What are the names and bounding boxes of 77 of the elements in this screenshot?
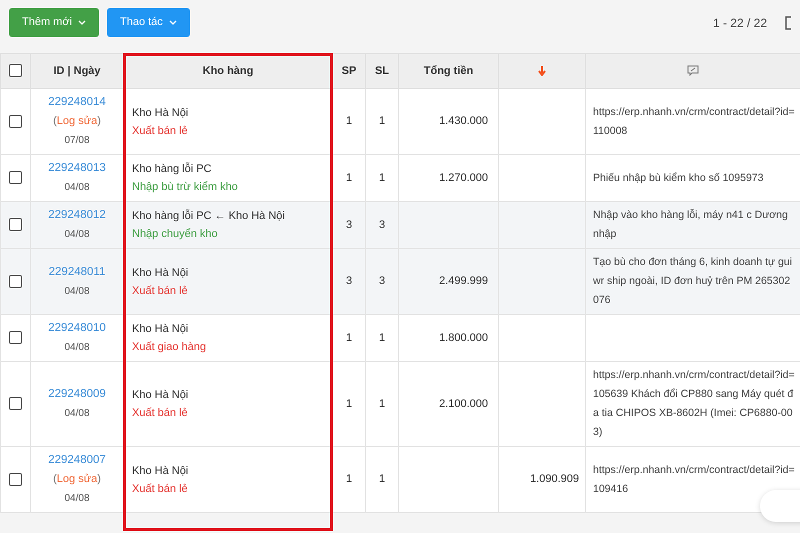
parenthesis: ( xyxy=(53,115,57,127)
amount-cell: 1.090.909 xyxy=(530,473,579,486)
amount-cell: 1.430.000 xyxy=(439,115,488,128)
table-cell: 3 xyxy=(378,218,386,231)
transaction-type: Xuất giao hàng xyxy=(132,341,206,353)
checkbox[interactable] xyxy=(9,64,22,78)
date-text: 04/08 xyxy=(64,408,90,419)
table-cell: 1 xyxy=(346,115,352,128)
note-text: Phiếu nhập bù kiểm kho số 1095973 xyxy=(593,170,764,186)
note-text: Nhập vào kho hàng lỗi, máy n41 c Dương nhập xyxy=(593,208,789,242)
warehouse-name: Kho hàng lỗi PC xyxy=(132,163,212,175)
transaction-type: Xuất bán lẻ xyxy=(132,407,188,419)
amount-cell: 2.100.000 xyxy=(439,398,488,410)
sort-arrow-icon[interactable] xyxy=(538,66,546,76)
amount-cell: 1.800.000 xyxy=(439,332,488,344)
table-cell: 1 xyxy=(378,172,386,184)
table-cell: 1 xyxy=(346,332,352,344)
table-cell: 1 xyxy=(378,332,386,344)
column-header[interactable]: Kho hàng xyxy=(202,64,254,77)
note-text: https://erp.nhanh.vn/crm/contract/detail?id=109416 xyxy=(593,462,795,496)
date-text: 04/08 xyxy=(64,493,90,504)
note-icon xyxy=(687,65,699,76)
warehouse-name: Kho Hà Nội xyxy=(132,464,188,476)
date-text: 04/08 xyxy=(64,229,90,240)
transaction-type: Xuất bán lẻ xyxy=(132,284,188,296)
date-text: 04/08 xyxy=(64,342,90,353)
table-row[interactable]: 229248011 04/08 Kho Hà Nội Xuất bán lẻ 3 3 2.499.999 Tạo bù cho đơn tháng 6, kinh doanh tự guiwr ship ngoài, ID đơn huỷ trên PM 265302076 xyxy=(0,248,800,314)
transaction-type: Xuất bán lẻ xyxy=(132,124,188,136)
column-header[interactable]: ID | Ngày xyxy=(53,64,101,77)
warehouse-name: Kho hàng lỗi PC ← Kho Hà Nội xyxy=(132,210,285,222)
table-cell: 1 xyxy=(378,473,386,486)
warehouse-name: Kho Hà Nội xyxy=(132,106,188,118)
warehouse-name: Kho Hà Nội xyxy=(132,266,188,278)
warehouse-name: Kho Hà Nội xyxy=(132,389,188,401)
table-cell: 1 xyxy=(346,398,352,410)
checkbox[interactable] xyxy=(9,274,22,288)
checkbox[interactable] xyxy=(9,397,22,410)
note-text: Tạo bù cho đơn tháng 6, kinh doanh tự guiwr ship ngoài, ID đơn huỷ trên PM 265302076 xyxy=(593,255,793,308)
column-header[interactable]: Tổng tiền xyxy=(424,64,474,77)
table-row[interactable]: 229248007 (Log sửa) 04/08 Kho Hà Nội Xuất bán lẻ 1 1 1.090.909 https://erp.nhanh.vn/crm/contract/detail?id=109416 xyxy=(0,446,800,512)
amount-cell: 1.270.000 xyxy=(439,172,488,184)
column-header[interactable]: SP xyxy=(342,64,356,77)
parenthesis: ) xyxy=(97,473,101,485)
date-text: 04/08 xyxy=(64,286,90,296)
table-cell: 1 xyxy=(378,115,386,128)
caret-icon xyxy=(78,20,86,25)
checkbox[interactable] xyxy=(9,331,22,344)
table-cell: 1 xyxy=(346,473,352,486)
table-cell: 3 xyxy=(346,218,352,231)
parenthesis: ) xyxy=(97,115,101,127)
table-row[interactable]: 229248010 04/08 Kho Hà Nội Xuất giao hàng 1 1 1.800.000 xyxy=(0,314,800,362)
date-text: 07/08 xyxy=(64,135,90,146)
table-row[interactable]: 229248012 04/08 Kho hàng lỗi PC ← Kho Hà Nội Nhập chuyển kho 3 3 Nhập vào kho hàng lỗi, máy n41 c Dương nhập xyxy=(0,202,800,248)
parenthesis: ( xyxy=(53,473,57,485)
pagination-text: 1 - 22 / 22 xyxy=(712,14,767,32)
note-text: https://erp.nhanh.vn/crm/contract/detail?id=110008 xyxy=(593,104,795,138)
table-row[interactable]: 229248009 04/08 Kho Hà Nội Xuất bán lẻ 1 1 2.100.000 https://erp.nhanh.vn/crm/contract/detail?id=105639 Khách đổi CP880 sang Máy quét đa tia CHIPOS XB-8602H (Imei: CP6880-003) xyxy=(0,362,800,446)
checkbox[interactable] xyxy=(9,472,22,486)
transaction-type: Nhập bù trừ kiểm kho xyxy=(132,181,238,193)
table-cell: 1 xyxy=(346,172,352,184)
note-text: https://erp.nhanh.vn/crm/contract/detail?id=105639 Khách đổi CP880 sang Máy quét đa tia CHIPOS XB-8602H (Imei: CP6880-003) xyxy=(593,368,795,440)
columns-icon[interactable] xyxy=(785,16,791,30)
transaction-type: Xuất bán lẻ xyxy=(132,482,188,494)
checkbox[interactable] xyxy=(9,114,22,128)
column-header[interactable]: SL xyxy=(374,64,390,77)
amount-cell: 2.499.999 xyxy=(439,275,488,288)
checkbox[interactable] xyxy=(9,218,22,232)
transaction-type: Nhập chuyển kho xyxy=(132,228,218,240)
checkbox[interactable] xyxy=(9,171,22,184)
table-row[interactable]: 229248014 (Log sửa) 07/08 Kho Hà Nội Xuất bán lẻ 1 1 1.430.000 https://erp.nhanh.vn/crm/contract/detail?id=110008 xyxy=(0,88,800,154)
table-row[interactable]: 229248013 04/08 Kho hàng lỗi PC Nhập bù trừ kiểm kho 1 1 1.270.000 Phiếu nhập bù kiểm kho số 1095973 xyxy=(0,154,800,202)
table-cell: 1 xyxy=(378,398,386,410)
table-cell: 3 xyxy=(346,275,352,288)
warehouse-name: Kho Hà Nội xyxy=(132,323,188,335)
date-text: 04/08 xyxy=(64,182,90,193)
table-cell: 3 xyxy=(378,275,386,288)
caret-icon xyxy=(168,20,177,25)
